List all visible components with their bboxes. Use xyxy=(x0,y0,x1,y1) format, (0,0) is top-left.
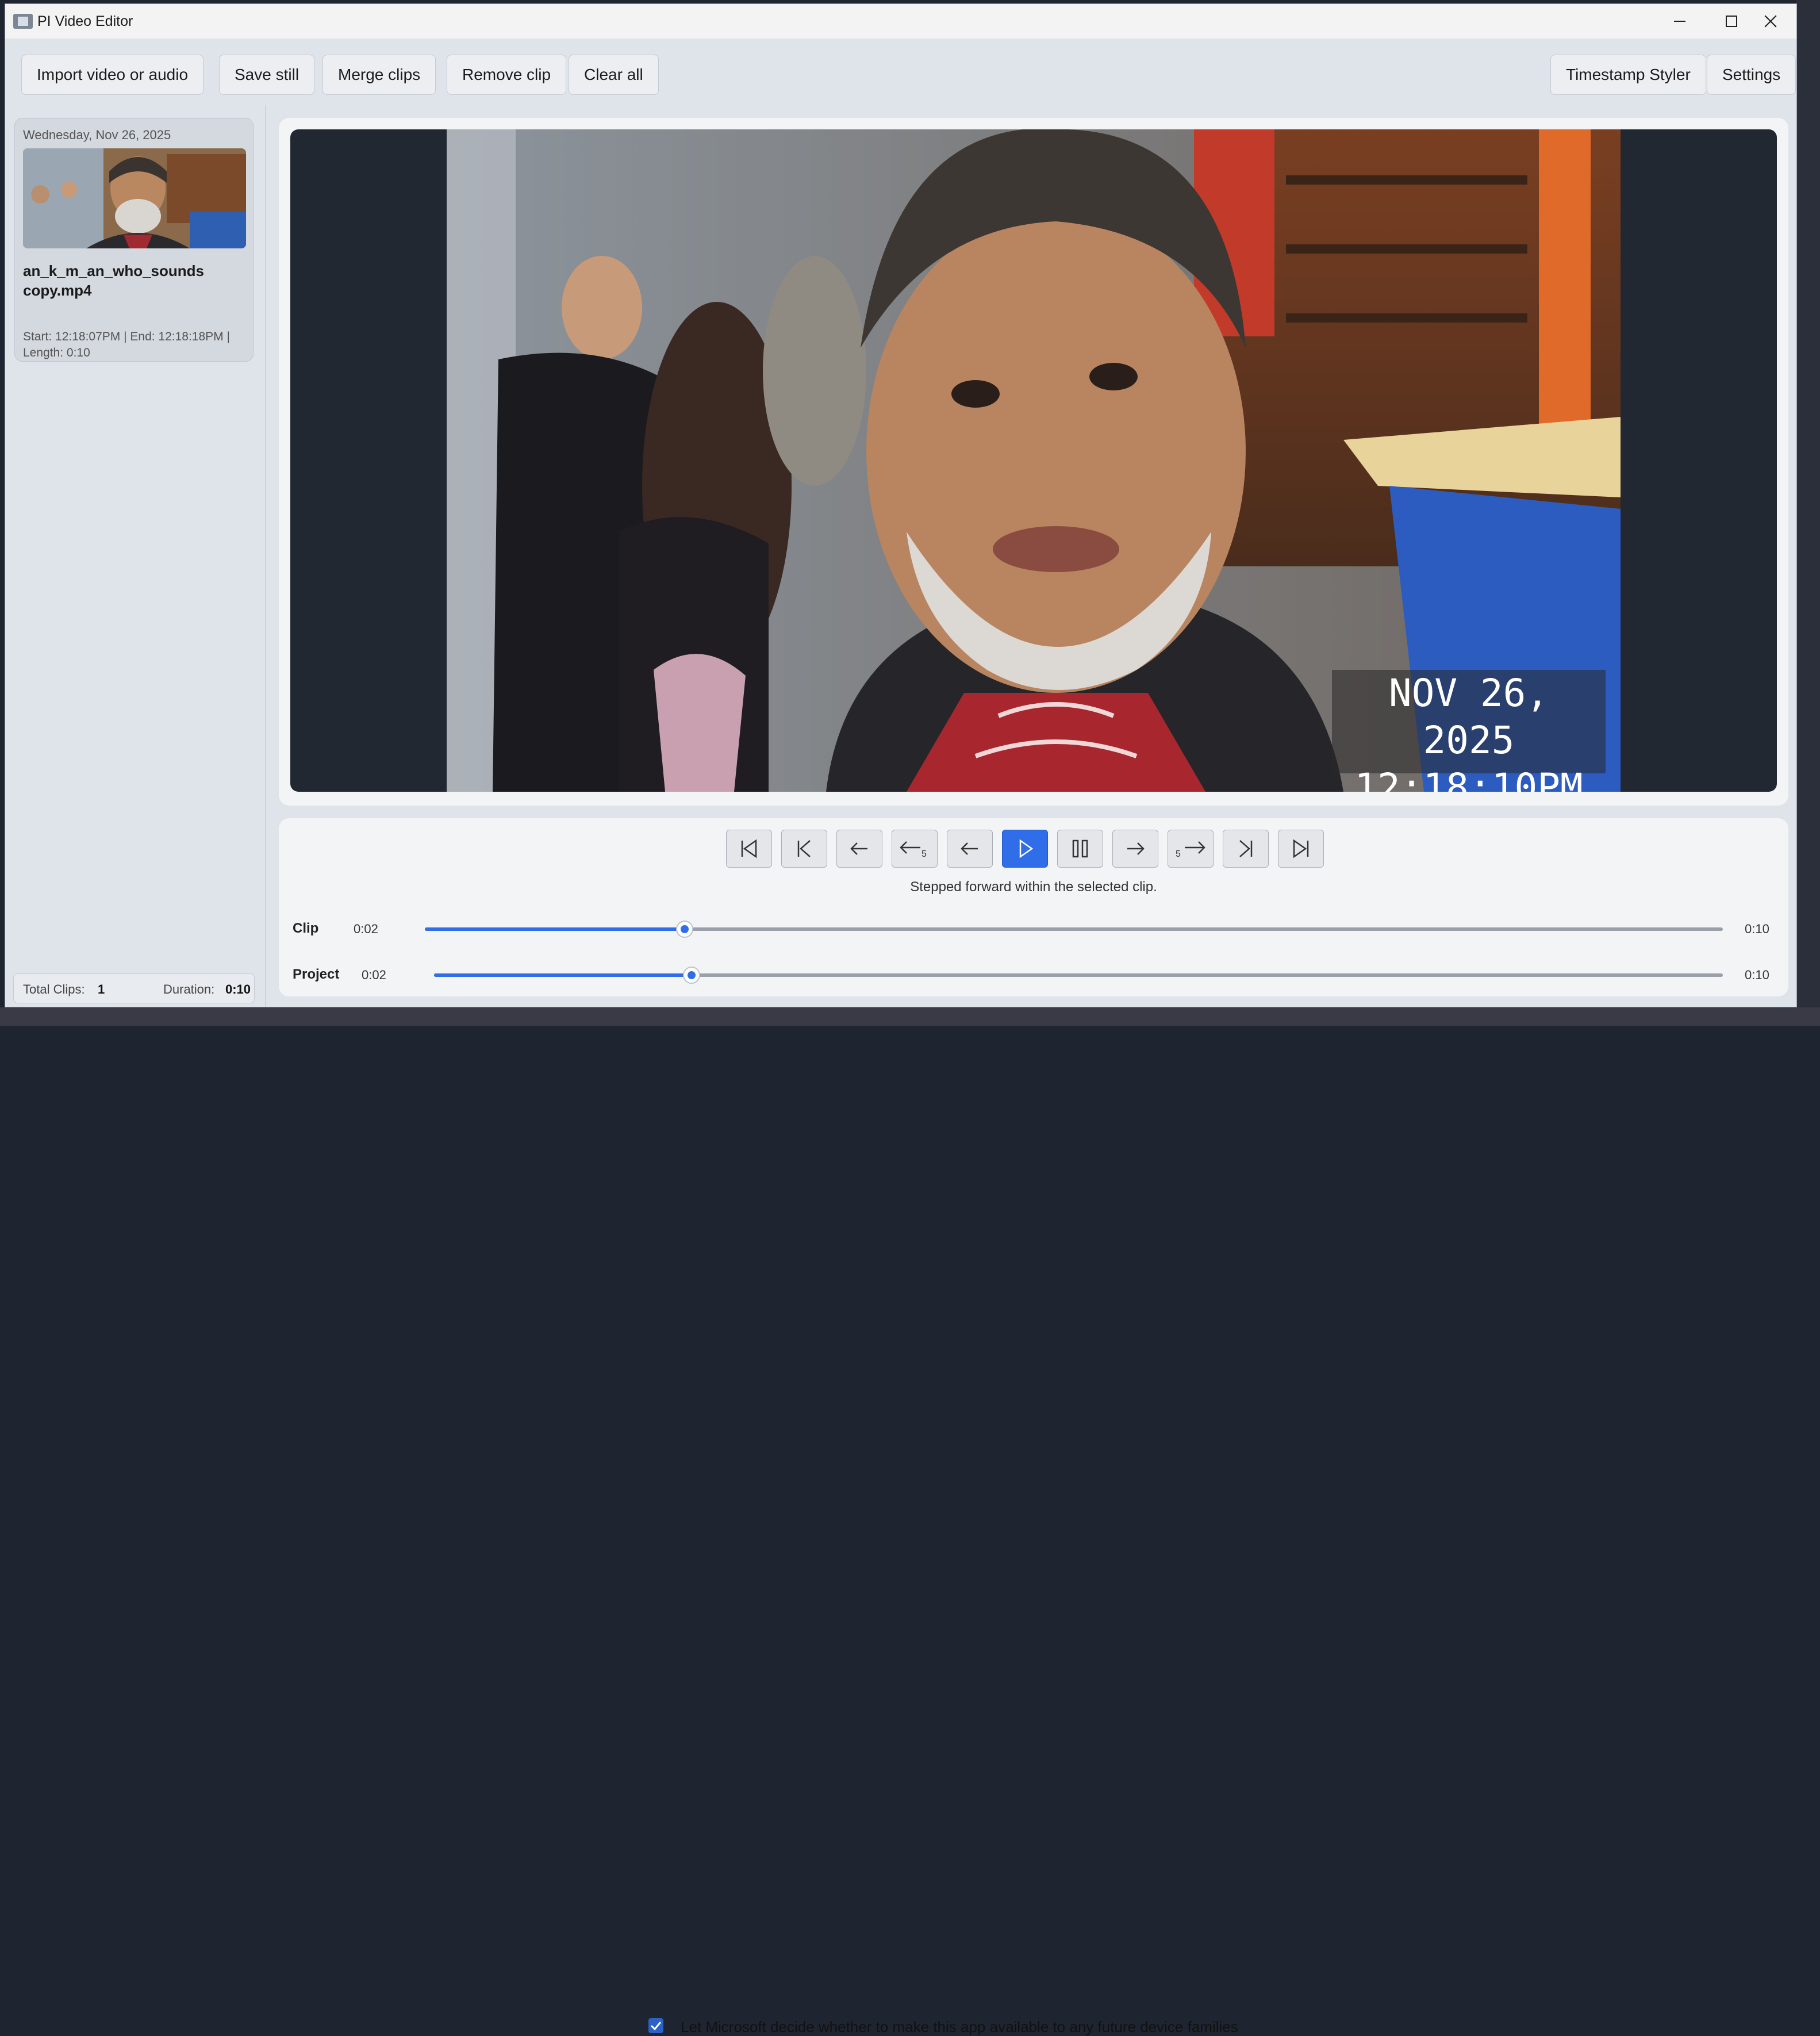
playback-panel: 5 5 Stepped forward within the selected … xyxy=(279,818,1788,996)
forward-5-icon[interactable]: 5 xyxy=(1168,830,1214,868)
save-still-button[interactable]: Save still xyxy=(219,55,315,95)
background-checkbox xyxy=(648,2018,663,2033)
clear-all-button[interactable]: Clear all xyxy=(569,55,659,95)
step-back-icon[interactable] xyxy=(836,830,882,868)
total-clips-label: Total Clips: xyxy=(23,982,85,996)
project-slider-thumb[interactable] xyxy=(683,967,700,984)
project-slider-label: Project xyxy=(293,967,340,982)
clip-thumbnail xyxy=(23,148,246,248)
clip-date: Wednesday, Nov 26, 2025 xyxy=(23,128,171,142)
app-window: PI Video Editor Import video or audio Sa… xyxy=(5,3,1797,1007)
merge-clips-button[interactable]: Merge clips xyxy=(322,55,436,95)
app-icon xyxy=(13,14,33,29)
desktop-background xyxy=(1796,0,1820,1026)
preview-panel: NOV 26, 2025 12:18:10PM xyxy=(279,118,1788,806)
total-clips-value: 1 xyxy=(98,982,105,996)
clip-sidebar: Wednesday, Nov 26, 2025 an_k_m_an_who_so… xyxy=(5,105,266,1007)
close-icon[interactable] xyxy=(1745,4,1796,39)
jump-to-start-icon[interactable] xyxy=(726,830,772,868)
project-current-time: 0:02 xyxy=(362,968,386,982)
next-clip-icon[interactable] xyxy=(1223,830,1269,868)
svg-text:5: 5 xyxy=(1176,849,1181,859)
window-title: PI Video Editor xyxy=(37,13,133,29)
clip-slider-fill xyxy=(425,927,685,931)
back-5-icon[interactable]: 5 xyxy=(892,830,938,868)
step-back-frame-icon[interactable] xyxy=(947,830,993,868)
settings-button[interactable]: Settings xyxy=(1707,55,1796,95)
duration-label: Duration: xyxy=(163,982,215,996)
clip-card[interactable]: Wednesday, Nov 26, 2025 an_k_m_an_who_so… xyxy=(14,118,254,362)
svg-text:5: 5 xyxy=(921,849,927,859)
project-slider-fill xyxy=(434,973,692,977)
background-window-strip: Let Microsoft decide whether to make thi… xyxy=(0,1007,1820,2035)
video-frame[interactable]: NOV 26, 2025 12:18:10PM xyxy=(290,129,1777,792)
clip-total-time: 0:10 xyxy=(1745,922,1769,936)
toolbar: Import video or audio Save still Merge c… xyxy=(5,39,1796,108)
remove-clip-button[interactable]: Remove clip xyxy=(447,55,567,95)
title-bar: PI Video Editor xyxy=(5,4,1796,39)
import-button[interactable]: Import video or audio xyxy=(21,55,204,95)
overlay-date: NOV 26, 2025 xyxy=(1388,671,1549,762)
clip-time-range: Start: 12:18:07PM | End: 12:18:18PM | Le… xyxy=(23,330,230,359)
duration-value: 0:10 xyxy=(225,982,251,996)
clip-current-time: 0:02 xyxy=(354,922,378,936)
background-checkbox-label: Let Microsoft decide whether to make thi… xyxy=(681,2018,1238,2035)
clip-slider-thumb[interactable] xyxy=(676,921,693,938)
timestamp-overlay: NOV 26, 2025 12:18:10PM xyxy=(1332,670,1606,792)
step-forward-icon[interactable] xyxy=(1112,830,1158,868)
overlay-time: 12:18:10PM xyxy=(1354,765,1583,792)
clip-file-name: an_k_m_an_who_sounds copy.mp4 xyxy=(23,262,204,299)
clip-slider-label: Clip xyxy=(293,921,319,936)
status-message: Stepped forward within the selected clip… xyxy=(910,879,1157,895)
pause-icon[interactable] xyxy=(1057,830,1103,868)
minimize-icon[interactable] xyxy=(1654,4,1706,39)
play-icon[interactable] xyxy=(1002,830,1048,868)
project-total-time: 0:10 xyxy=(1745,968,1769,982)
timestamp-styler-button[interactable]: Timestamp Styler xyxy=(1550,55,1706,95)
sidebar-summary: Total Clips: 1 Duration: 0:10 xyxy=(13,973,255,1003)
jump-to-end-icon[interactable] xyxy=(1278,830,1324,868)
previous-clip-icon[interactable] xyxy=(781,830,827,868)
